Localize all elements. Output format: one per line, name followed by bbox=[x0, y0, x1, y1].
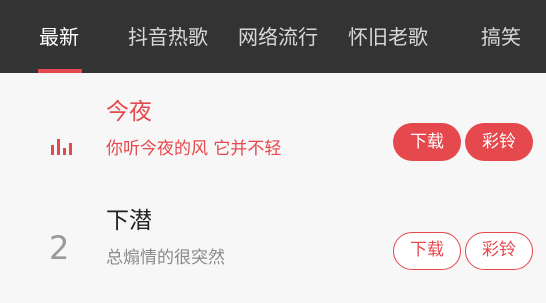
ringtone-button[interactable]: 彩铃 bbox=[465, 123, 533, 161]
tab-nostalgic-oldies[interactable]: 怀旧老歌 bbox=[348, 22, 428, 52]
song-title: 下潜 bbox=[106, 208, 152, 234]
song-subtitle: 你听今夜的风 它并不轻 bbox=[106, 139, 282, 159]
tab-internet-popular[interactable]: 网络流行 bbox=[238, 22, 318, 52]
song-subtitle: 总煽情的很突然 bbox=[106, 248, 225, 268]
song-list-item[interactable]: 今夜 你听今夜的风 它并不轻 下载 彩铃 bbox=[0, 83, 546, 198]
song-list-item[interactable]: 2 下潜 总煽情的很突然 下载 彩铃 bbox=[0, 192, 546, 303]
tab-funny[interactable]: 搞笑 bbox=[481, 22, 521, 52]
tab-latest[interactable]: 最新 bbox=[39, 22, 79, 52]
download-button[interactable]: 下载 bbox=[393, 123, 461, 161]
category-tab-bar: 最新 抖音热歌 网络流行 怀旧老歌 搞笑 bbox=[0, 0, 546, 73]
ringtone-button[interactable]: 彩铃 bbox=[465, 232, 533, 270]
download-button[interactable]: 下载 bbox=[393, 232, 461, 270]
song-title: 今夜 bbox=[106, 99, 152, 125]
rank-number: 2 bbox=[49, 229, 70, 267]
playing-bars-icon bbox=[51, 137, 73, 155]
active-tab-indicator bbox=[38, 69, 82, 73]
tab-douyin-hits[interactable]: 抖音热歌 bbox=[128, 22, 208, 52]
